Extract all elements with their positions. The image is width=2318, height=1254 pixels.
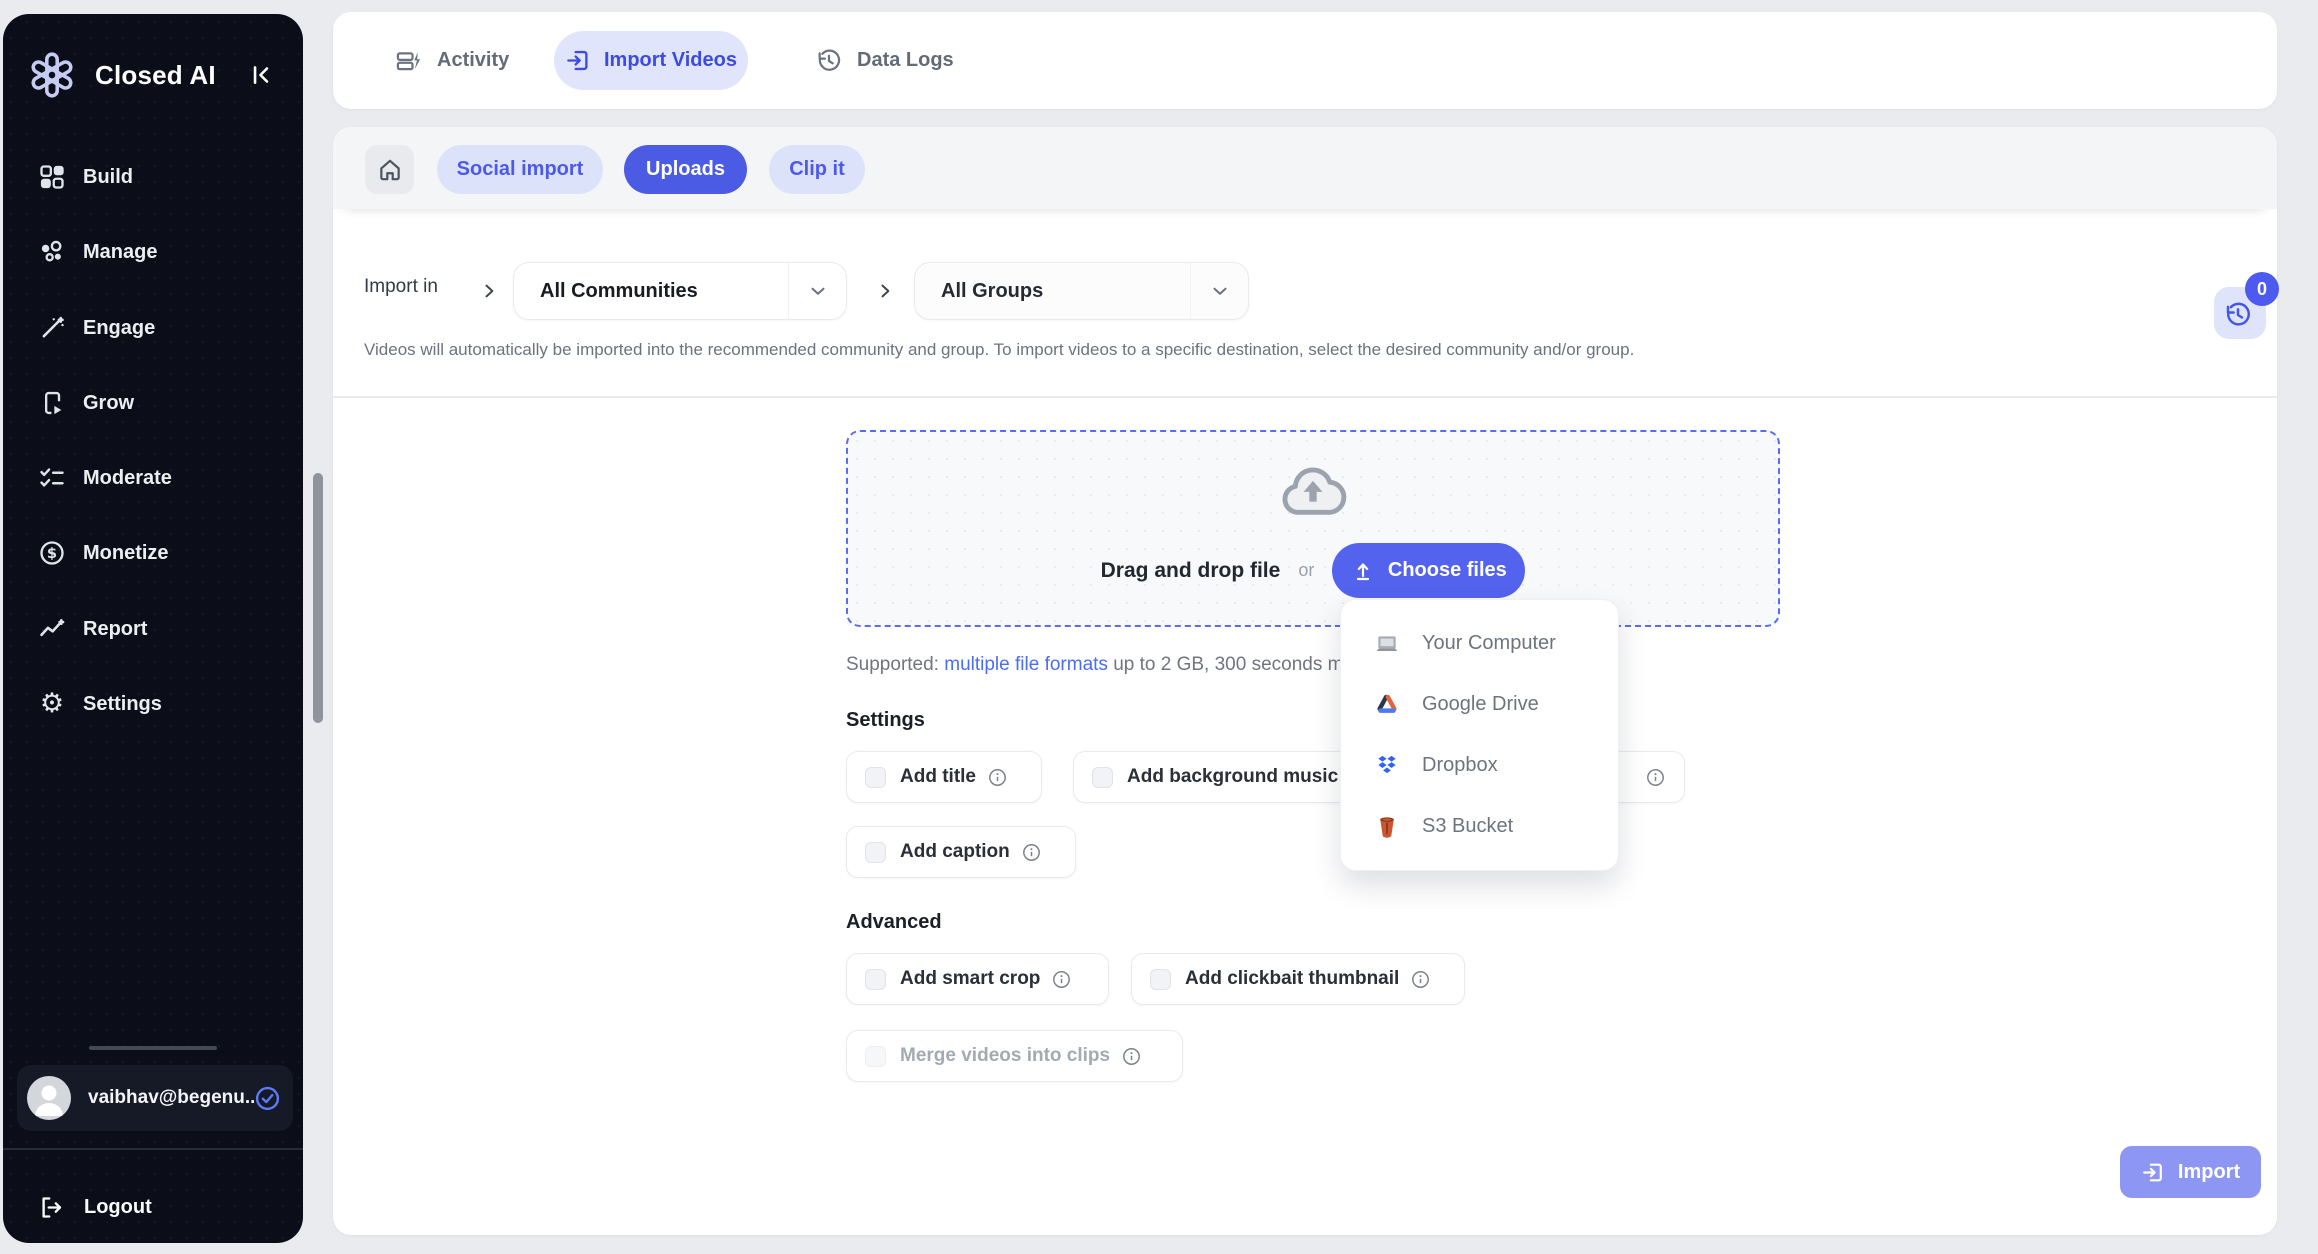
- logout-icon: [38, 1194, 65, 1221]
- checkbox[interactable]: [1092, 767, 1113, 788]
- trend-icon: [38, 615, 66, 643]
- supported-formats-text: Supported: multiple file formats up to 2…: [846, 654, 1364, 676]
- wand-icon: [38, 314, 66, 342]
- subtab-uploads[interactable]: Uploads: [624, 145, 747, 194]
- file-dropzone[interactable]: Drag and drop file or Choose files: [846, 430, 1780, 627]
- sidebar-item-build[interactable]: Build: [23, 149, 283, 205]
- group-select[interactable]: All Groups: [914, 262, 1249, 320]
- community-select[interactable]: All Communities: [513, 262, 847, 320]
- advanced-heading: Advanced: [846, 911, 942, 934]
- tab-import-videos[interactable]: Import Videos: [554, 31, 748, 90]
- upload-source-menu: Your Computer Google Drive Dropbox: [1340, 599, 1619, 871]
- sidebar-scrollbar-thumb[interactable]: [313, 473, 323, 723]
- checkbox[interactable]: [865, 842, 886, 863]
- s3-bucket-icon: [1374, 814, 1400, 840]
- chevron-right-icon: [875, 281, 895, 301]
- checklist-icon: [38, 464, 66, 492]
- nodes-icon: [38, 238, 66, 266]
- sidebar-item-manage[interactable]: Manage: [23, 224, 283, 280]
- info-icon[interactable]: [1021, 842, 1042, 863]
- settings-heading: Settings: [846, 709, 925, 732]
- home-button[interactable]: [365, 145, 414, 194]
- file-formats-link[interactable]: multiple file formats: [944, 654, 1108, 675]
- collapse-icon: [248, 62, 274, 88]
- section-divider: [333, 396, 2277, 398]
- import-description: Videos will automatically be imported in…: [364, 340, 1634, 360]
- user-email: vaibhav@begenu...: [88, 1087, 254, 1109]
- menu-item-google-drive[interactable]: Google Drive: [1341, 674, 1618, 735]
- laptop-icon: [1374, 631, 1400, 657]
- import-icon: [565, 47, 592, 74]
- subnav-bar: Social import Uploads Clip it: [333, 127, 2277, 209]
- checkbox[interactable]: [865, 767, 886, 788]
- google-drive-icon: [1374, 692, 1400, 718]
- import-button[interactable]: Import: [2120, 1146, 2261, 1198]
- option-add-smart-crop[interactable]: Add smart crop: [846, 953, 1109, 1005]
- import-in-label: Import in: [364, 276, 438, 298]
- sidebar-item-settings[interactable]: ⚙ Settings: [23, 676, 283, 732]
- history-icon: [815, 47, 843, 75]
- info-icon[interactable]: [987, 767, 1008, 788]
- choose-files-button[interactable]: Choose files: [1332, 543, 1525, 598]
- home-icon: [377, 157, 403, 183]
- dollar-circle-icon: $: [38, 539, 66, 567]
- avatar: [27, 1076, 71, 1120]
- checkbox[interactable]: [1150, 969, 1171, 990]
- info-icon[interactable]: [1121, 1046, 1142, 1067]
- chevron-down-icon: [1190, 263, 1248, 319]
- closed-ai-logo-icon: [27, 50, 77, 100]
- verified-badge-icon: [254, 1085, 281, 1112]
- checkbox: [865, 1046, 886, 1067]
- menu-item-your-computer[interactable]: Your Computer: [1341, 613, 1618, 674]
- sidebar-item-report[interactable]: Report: [23, 601, 283, 657]
- sidebar-item-monetize[interactable]: $ Monetize: [23, 525, 283, 581]
- chevron-right-icon: [479, 281, 499, 301]
- logout-label: Logout: [84, 1196, 152, 1219]
- activity-icon: [395, 47, 423, 75]
- subtab-social-import[interactable]: Social import: [437, 145, 603, 194]
- sidebar-collapse-button[interactable]: [243, 57, 279, 93]
- chevron-down-icon: [788, 263, 846, 319]
- cloud-upload-icon: [848, 462, 1778, 520]
- sidebar-item-engage[interactable]: Engage: [23, 300, 283, 356]
- user-account-chip[interactable]: vaibhav@begenu...: [17, 1065, 293, 1131]
- content-card: Social import Uploads Clip it Import in …: [333, 127, 2277, 1235]
- sidebar-item-moderate[interactable]: Moderate: [23, 450, 283, 506]
- sidebar-drag-divider: [89, 1046, 217, 1050]
- tab-activity[interactable]: Activity: [395, 12, 509, 109]
- sidebar-header: Closed AI: [27, 48, 279, 102]
- menu-item-s3-bucket[interactable]: S3 Bucket: [1341, 796, 1618, 857]
- option-add-caption[interactable]: Add caption: [846, 826, 1076, 878]
- tab-data-logs[interactable]: Data Logs: [815, 12, 954, 109]
- checkbox[interactable]: [865, 969, 886, 990]
- history-icon: [2223, 300, 2253, 330]
- sidebar-item-grow[interactable]: Grow: [23, 375, 283, 431]
- menu-item-dropbox[interactable]: Dropbox: [1341, 735, 1618, 796]
- device-play-icon: [38, 389, 66, 417]
- import-icon: [2141, 1160, 2166, 1185]
- info-icon[interactable]: [1645, 767, 1666, 788]
- app-title: Closed AI: [95, 60, 216, 91]
- option-add-clickbait-thumbnail[interactable]: Add clickbait thumbnail: [1131, 953, 1465, 1005]
- info-icon[interactable]: [1051, 969, 1072, 990]
- grid-icon: [38, 163, 66, 191]
- option-add-title[interactable]: Add title: [846, 751, 1042, 803]
- sidebar: Closed AI Build Manage Engage Grow Moder…: [3, 14, 303, 1243]
- top-tab-bar: Activity Import Videos Data Logs: [333, 12, 2277, 109]
- logout-button[interactable]: Logout: [23, 1180, 283, 1234]
- history-count-badge: 0: [2245, 272, 2279, 306]
- dropbox-icon: [1374, 753, 1400, 779]
- info-icon[interactable]: [1410, 969, 1431, 990]
- drag-drop-label: Drag and drop file: [1101, 559, 1281, 583]
- option-merge-videos-into-clips: Merge videos into clips: [846, 1030, 1183, 1082]
- svg-text:$: $: [47, 545, 57, 562]
- upload-icon: [1351, 559, 1375, 583]
- or-label: or: [1298, 560, 1314, 581]
- gear-icon: ⚙: [38, 690, 66, 718]
- subtab-clip-it[interactable]: Clip it: [769, 145, 865, 194]
- sidebar-footer-divider: [3, 1148, 303, 1150]
